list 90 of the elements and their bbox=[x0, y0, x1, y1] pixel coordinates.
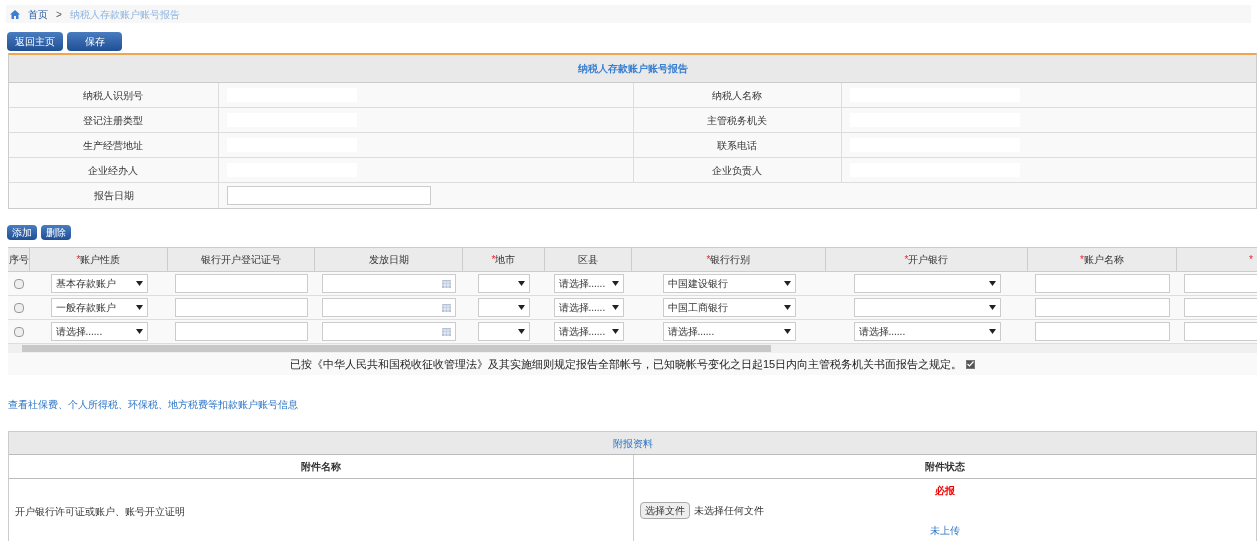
dropdown[interactable] bbox=[853, 298, 1001, 317]
dropdown[interactable]: 中国工商银行 bbox=[662, 298, 796, 317]
row-checkbox[interactable] bbox=[14, 278, 24, 289]
date-field[interactable] bbox=[322, 322, 456, 341]
caret-icon bbox=[135, 305, 143, 310]
action-button[interactable]: 添加 bbox=[7, 225, 37, 240]
caret-icon bbox=[783, 281, 791, 286]
dropdown[interactable] bbox=[478, 274, 530, 293]
upload-status: 未上传 bbox=[929, 524, 960, 538]
dropdown[interactable] bbox=[478, 322, 530, 341]
calendar-icon[interactable] bbox=[442, 303, 451, 312]
dropdown[interactable]: 请选择...... bbox=[553, 274, 624, 293]
dropdown[interactable]: 基本存款账户 bbox=[50, 274, 148, 293]
action-button[interactable]: 保存 bbox=[67, 32, 122, 51]
required-marker: * bbox=[904, 253, 909, 267]
dropdown[interactable]: 请选择...... bbox=[553, 298, 624, 317]
horizontal-scrollbar[interactable] bbox=[8, 344, 1257, 353]
dropdown[interactable]: 请选择...... bbox=[50, 322, 148, 341]
caret-icon bbox=[135, 281, 143, 286]
text-field[interactable] bbox=[1035, 274, 1170, 293]
column-header: 账户名称 bbox=[1083, 253, 1124, 267]
dropdown[interactable]: 请选择...... bbox=[853, 322, 1001, 341]
field-label: 主管税务机关 bbox=[632, 108, 843, 132]
date-field[interactable] bbox=[322, 274, 456, 293]
attachments-title: 附报资料 bbox=[9, 432, 1256, 455]
date-field[interactable] bbox=[322, 298, 456, 317]
required-marker: * bbox=[1080, 253, 1084, 267]
caret-icon bbox=[611, 281, 619, 286]
breadcrumb-separator: > bbox=[56, 7, 62, 22]
caret-icon bbox=[135, 329, 143, 334]
row-checkbox[interactable] bbox=[14, 326, 24, 337]
field-label: 报告日期 bbox=[9, 183, 219, 208]
dropdown[interactable] bbox=[478, 298, 530, 317]
dropdown[interactable]: 一般存款账户 bbox=[50, 298, 148, 317]
choose-file-button[interactable]: 选择文件 bbox=[639, 502, 690, 519]
column-header: 区县 bbox=[578, 253, 598, 267]
dropdown[interactable]: 中国建设银行 bbox=[662, 274, 796, 293]
text-field[interactable] bbox=[1035, 322, 1170, 341]
column-header: 附件名称 bbox=[299, 460, 342, 474]
file-status: 未选择任何文件 bbox=[693, 504, 764, 518]
attachment-name: 开户银行许可证或账户、账号开立证明 bbox=[15, 504, 185, 519]
caret-icon bbox=[611, 305, 619, 310]
required-label: 必报 bbox=[934, 484, 955, 498]
required-marker: * bbox=[1249, 253, 1253, 267]
dropdown[interactable]: 请选择...... bbox=[553, 322, 624, 341]
calendar-icon[interactable] bbox=[442, 327, 451, 336]
account-info-link[interactable]: 查看社保费、个人所得税、环保税、地方税费等扣款账户账号信息 bbox=[8, 399, 298, 410]
caret-icon bbox=[611, 329, 619, 334]
caret-icon bbox=[518, 305, 525, 310]
field-label: 企业负责人 bbox=[632, 158, 843, 182]
text-field[interactable] bbox=[175, 274, 308, 293]
column-header: 发放日期 bbox=[368, 253, 409, 267]
column-header: 地市 bbox=[495, 253, 516, 267]
field-label: 登记注册类型 bbox=[9, 108, 219, 132]
text-field[interactable] bbox=[227, 186, 431, 205]
column-header: 账户性质 bbox=[80, 253, 121, 267]
dropdown[interactable]: 请选择...... bbox=[662, 322, 796, 341]
field-label: 纳税人识别号 bbox=[9, 83, 219, 107]
field-label: 纳税人名称 bbox=[632, 83, 843, 107]
required-marker: * bbox=[76, 253, 81, 267]
caret-icon bbox=[988, 281, 996, 286]
text-field[interactable] bbox=[175, 298, 308, 317]
caret-icon bbox=[518, 329, 525, 334]
caret-icon bbox=[783, 329, 791, 334]
statement-checkbox[interactable] bbox=[966, 359, 976, 369]
caret-icon bbox=[518, 281, 525, 286]
calendar-icon[interactable] bbox=[442, 279, 451, 288]
caret-icon bbox=[783, 305, 791, 310]
column-header: 附件状态 bbox=[632, 455, 1256, 478]
field-label: 企业经办人 bbox=[9, 158, 219, 182]
row-checkbox[interactable] bbox=[14, 302, 24, 313]
field-label: 生产经营地址 bbox=[9, 133, 219, 157]
column-header: 银行开户登记证号 bbox=[201, 253, 281, 267]
home-icon[interactable] bbox=[10, 9, 20, 19]
breadcrumb-link[interactable]: 首页 bbox=[28, 6, 48, 22]
dropdown[interactable] bbox=[853, 274, 1001, 293]
caret-icon bbox=[988, 329, 996, 334]
statement-text: 已按《中华人民共和国税收征收管理法》及其实施细则规定报告全部帐号，已知晓帐号变化之日起15日内向主管税务机关书面报告之规定。 bbox=[289, 356, 963, 372]
field-label: 联系电话 bbox=[632, 133, 843, 157]
column-header: 序号 bbox=[8, 253, 29, 267]
form-title: 纳税人存款账户账号报告 bbox=[9, 55, 1256, 83]
column-header: 开户银行 bbox=[908, 253, 949, 267]
column-header: 银行行别 bbox=[710, 253, 751, 267]
text-field[interactable] bbox=[1035, 298, 1170, 317]
caret-icon bbox=[988, 305, 996, 310]
text-field[interactable] bbox=[175, 322, 308, 341]
action-button[interactable]: 返回主页 bbox=[7, 32, 63, 51]
required-marker: * bbox=[491, 253, 496, 267]
required-marker: * bbox=[706, 253, 711, 267]
action-button[interactable]: 删除 bbox=[41, 225, 71, 240]
